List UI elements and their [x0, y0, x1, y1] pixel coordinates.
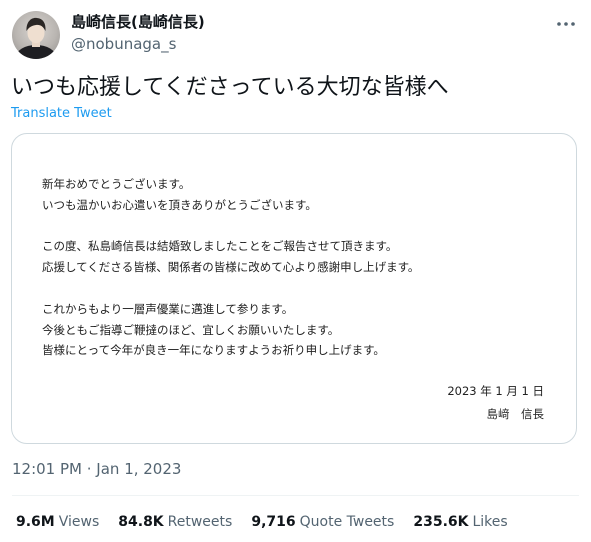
engagement-stats: 9.6M Views 84.8K Retweets 9,716 Quote Tw…	[16, 512, 508, 532]
letter-signature: 島﨑 信長	[486, 407, 545, 421]
likes-label: Likes	[472, 514, 508, 530]
author-handle[interactable]: @nobunaga_s	[71, 34, 176, 54]
author-display-name[interactable]: 島崎信長(島崎信長)	[71, 12, 205, 32]
quote-tweets-stat[interactable]: 9,716 Quote Tweets	[251, 512, 394, 532]
timestamp-time-link[interactable]: 12:01 PM	[12, 460, 82, 478]
letter-line: いつも温かいお心遣いを頂きありがとうございます。	[42, 197, 317, 212]
likes-stat[interactable]: 235.6K Likes	[413, 512, 507, 532]
avatar-photo	[16, 17, 56, 59]
more-horizontal-icon	[557, 22, 575, 26]
timestamp-separator: ·	[81, 460, 97, 478]
avatar[interactable]	[12, 11, 60, 59]
likes-count: 235.6K	[413, 514, 469, 530]
divider	[12, 495, 579, 496]
letter-date: 2023 年 1 月 1 日	[447, 384, 544, 398]
attached-image[interactable]: 新年おめでとうございます。 いつも温かいお心遣いを頂きありがとうございます。 こ…	[11, 133, 577, 444]
letter-line: 応援してくださる皆様、関係者の皆様に改めて心より感謝申し上げます。	[42, 260, 420, 275]
letter-line: これからもより一層声優業に邁進して参ります。	[42, 301, 294, 316]
retweets-count: 84.8K	[118, 514, 164, 530]
letter-line: この度、私島崎信長は結婚致しましたことをご報告させて頂きます。	[42, 239, 398, 254]
letter-body: 新年おめでとうございます。 いつも温かいお心遣いを頂きありがとうございます。 こ…	[42, 174, 419, 361]
views-label: Views	[58, 514, 100, 530]
views-count: 9.6M	[16, 514, 55, 530]
letter-line: 皆様にとって今年が良き一年になりますようお祈り申し上げます。	[42, 343, 385, 358]
tweet-timestamp: 12:01 PM · Jan 1, 2023	[12, 459, 181, 479]
tweet-text: いつも応援してくださっている大切な皆様へ	[11, 75, 449, 100]
timestamp-date-link[interactable]: Jan 1, 2023	[96, 460, 181, 478]
quote-tweets-label: Quote Tweets	[299, 514, 395, 530]
letter-line: 今後ともご指導ご鞭撻のほど、宜しくお願いいたします。	[42, 322, 340, 337]
letter-line: 新年おめでとうございます。	[42, 177, 191, 191]
letter-signature-block: 2023 年 1 月 1 日 島﨑 信長	[447, 380, 544, 426]
translate-tweet-link[interactable]: Translate Tweet	[11, 105, 112, 123]
retweets-label: Retweets	[167, 514, 233, 530]
more-options-button[interactable]	[555, 16, 577, 32]
retweets-stat[interactable]: 84.8K Retweets	[118, 512, 232, 532]
views-stat: 9.6M Views	[16, 512, 99, 532]
quote-tweets-count: 9,716	[251, 514, 296, 530]
